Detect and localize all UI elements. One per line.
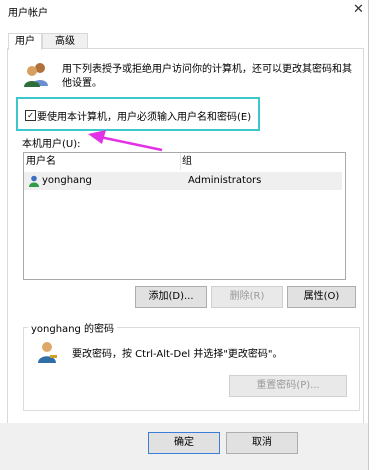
tab-label: 用户 [15,36,35,47]
user-name-cell: yonghang [42,175,92,186]
users-icon [22,60,50,91]
tab-advanced[interactable]: 高级 [42,33,88,49]
users-list-label: 本机用户(U): [22,139,81,150]
ok-button[interactable]: 确定 [148,432,220,454]
password-instruction-text: 要改密码，按 Ctrl-Alt-Del 并选择"更改密码"。 [72,349,283,360]
properties-button[interactable]: 属性(O) [287,286,356,308]
window-title: 用户帐户 [8,8,48,19]
tab-users[interactable]: 用户 [8,33,42,50]
reset-password-button[interactable]: 重置密码(P)... [229,375,347,397]
remove-button[interactable]: 删除(R) [211,286,283,308]
column-header-username[interactable]: 用户名 [26,154,181,170]
add-button[interactable]: 添加(D)... [135,286,207,308]
password-group [23,327,360,411]
cancel-button[interactable]: 取消 [226,432,298,454]
column-header-group[interactable]: 组 [182,154,192,170]
must-enter-label[interactable]: 要使用本计算机，用户必须输入用户名和密码(E) [37,108,251,123]
close-icon[interactable]: ✕ [353,2,364,17]
password-group-title: yonghang 的密码 [28,320,118,335]
key-user-icon [35,340,59,367]
description-text: 用下列表授予或拒绝用户访问你的计算机，还可以更改其密码和其他设置。 [62,64,352,89]
user-icon [28,175,40,190]
tab-label: 高级 [55,36,75,47]
must-enter-checkbox[interactable]: ✓ [25,110,36,121]
user-group-cell: Administrators [188,175,262,186]
